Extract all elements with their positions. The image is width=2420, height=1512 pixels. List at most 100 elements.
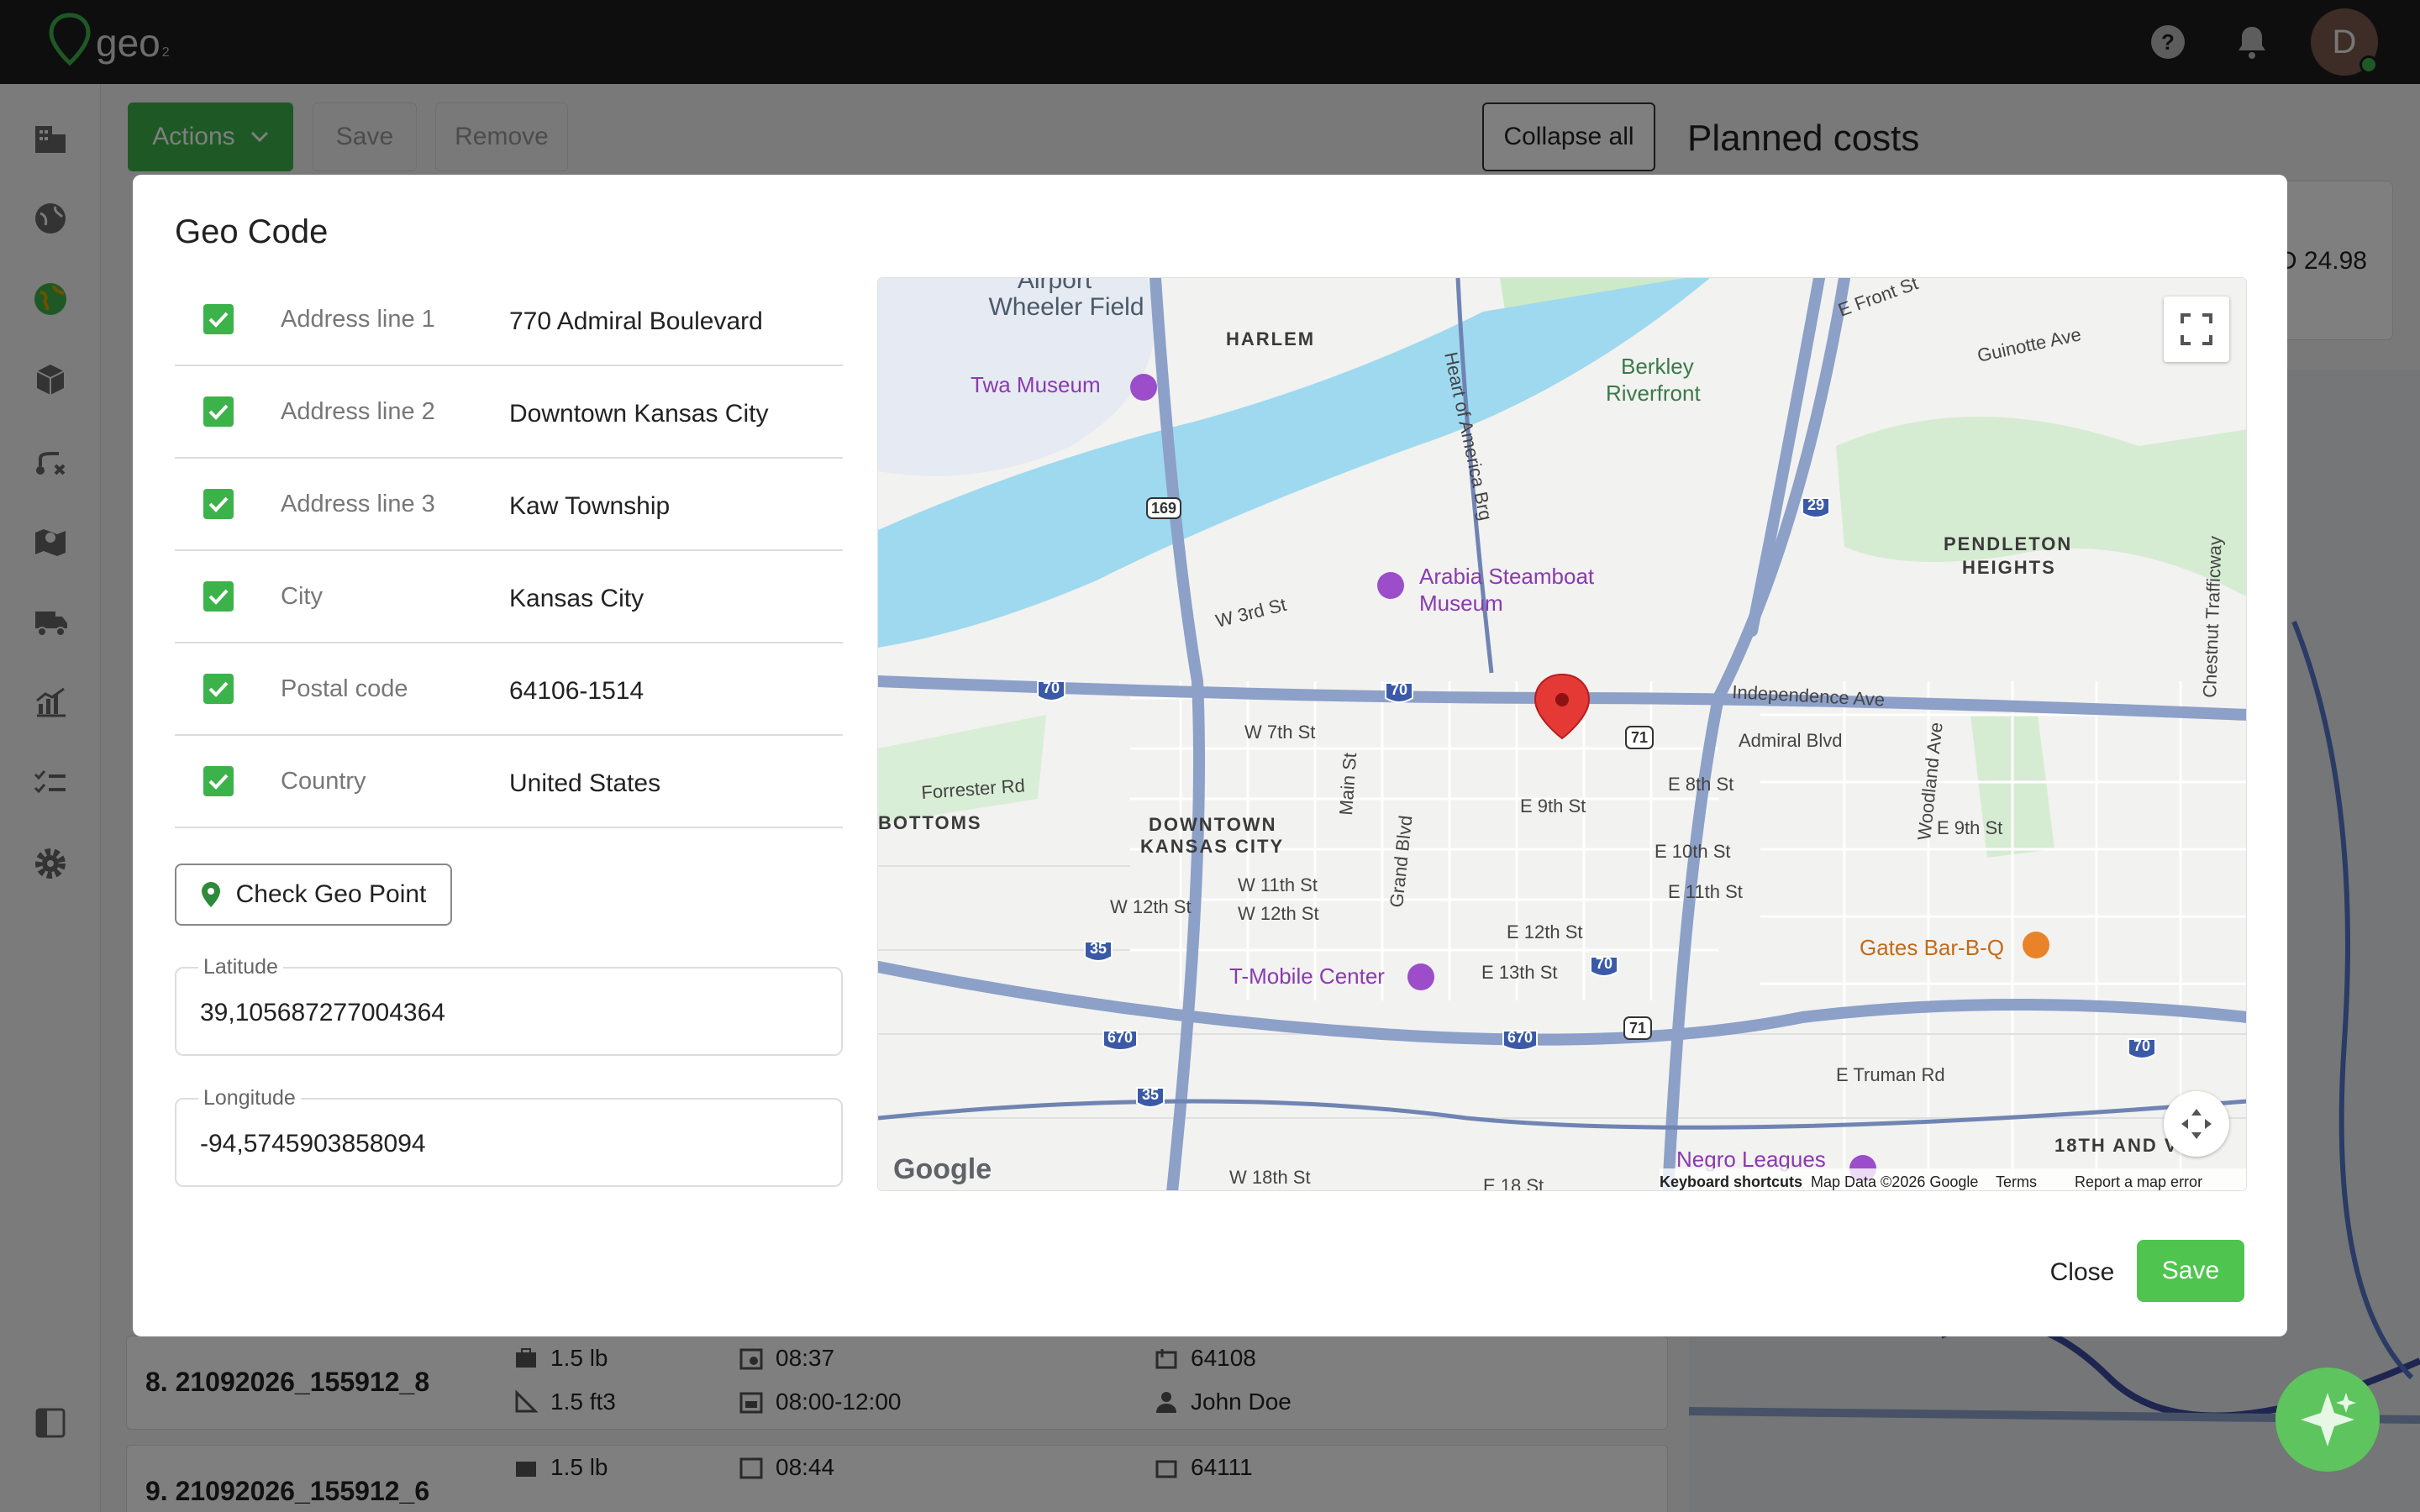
map-data-attribution: Map Data ©2026 Google bbox=[1811, 1173, 1978, 1190]
map-label-e-8th-st: E 8th St bbox=[1668, 774, 1733, 795]
i670-shield-text: 670 bbox=[1507, 1029, 1533, 1046]
map-label-w-11th-st: W 11th St bbox=[1238, 874, 1318, 895]
longitude-field[interactable]: Longitude -94,5745903858094 bbox=[175, 1086, 843, 1187]
map-label-t-mobile-center: T-Mobile Center bbox=[1229, 963, 1385, 989]
field-label: Postal code bbox=[281, 675, 408, 702]
museum-poi-icon[interactable] bbox=[1377, 572, 1404, 599]
address-line-3-checkbox[interactable] bbox=[203, 489, 234, 519]
field-value: Downtown Kansas City bbox=[509, 400, 769, 428]
latitude-label: Latitude bbox=[198, 955, 283, 979]
map-label-negro-leagues: Negro Leagues bbox=[1676, 1147, 1826, 1172]
field-value: United States bbox=[509, 769, 661, 797]
country-row: Country United States bbox=[175, 736, 843, 828]
map-label-airport: Airport bbox=[1018, 278, 1092, 294]
checkmark-icon bbox=[208, 496, 229, 512]
us71-shield-text: 71 bbox=[1631, 729, 1648, 746]
map-label-e-18th-st: E 18 St bbox=[1483, 1175, 1544, 1191]
map-label-w-7th-st: W 7th St bbox=[1244, 722, 1315, 743]
save-button[interactable]: Save bbox=[2137, 1240, 2244, 1302]
i70-shield-text: 70 bbox=[1043, 680, 1060, 696]
city-checkbox[interactable] bbox=[203, 581, 234, 612]
country-checkbox[interactable] bbox=[203, 766, 234, 796]
address-line-1-checkbox[interactable] bbox=[203, 304, 234, 334]
check-geo-point-label: Check Geo Point bbox=[235, 880, 427, 908]
map-label-e-11th-st: E 11th St bbox=[1668, 881, 1743, 902]
map-label-e-truman-rd: E Truman Rd bbox=[1836, 1064, 1945, 1085]
report-map-error-link[interactable]: Report a map error bbox=[2075, 1173, 2202, 1190]
fullscreen-icon bbox=[2181, 313, 2212, 345]
terms-link[interactable]: Terms bbox=[1996, 1173, 2037, 1190]
address-line-3-row: Address line 3 Kaw Township bbox=[175, 459, 843, 551]
map-label-main-st: Main St bbox=[1335, 752, 1360, 816]
field-label: Country bbox=[281, 768, 366, 795]
longitude-value: -94,5745903858094 bbox=[200, 1130, 426, 1158]
map-label-pendleton: PENDLETON bbox=[1944, 533, 2072, 554]
stadium-poi-icon[interactable] bbox=[1407, 963, 1434, 990]
map-label-e-13th-st: E 13th St bbox=[1481, 962, 1558, 983]
field-value: Kaw Township bbox=[509, 492, 671, 520]
field-label: City bbox=[281, 583, 323, 610]
i70-shield-text: 70 bbox=[1391, 681, 1407, 698]
check-geo-point-button[interactable]: Check Geo Point bbox=[175, 864, 452, 926]
us169-shield-text: 169 bbox=[1151, 500, 1176, 517]
address-line-2-checkbox[interactable] bbox=[203, 396, 234, 427]
field-label: Address line 2 bbox=[281, 398, 435, 425]
location-pin-icon bbox=[201, 882, 220, 907]
map-label-berkley: Berkley bbox=[1621, 354, 1694, 379]
map-label-bottoms: BOTTOMS bbox=[878, 812, 982, 833]
museum-poi-icon[interactable] bbox=[1130, 374, 1157, 401]
map-label-twa-museum: Twa Museum bbox=[971, 372, 1101, 397]
i29-shield-text: 29 bbox=[1807, 496, 1824, 513]
i35-shield-text: 35 bbox=[1090, 940, 1107, 957]
i70-shield-text: 70 bbox=[2133, 1037, 2150, 1054]
dialog-title: Geo Code bbox=[175, 213, 329, 250]
geo-code-dialog: Geo Code Address line 1 770 Admiral Boul… bbox=[133, 175, 2287, 1336]
field-value: Kansas City bbox=[509, 585, 644, 612]
map-label-wheeler-field: Wheeler Field bbox=[988, 293, 1144, 321]
field-label: Address line 3 bbox=[281, 491, 435, 517]
field-value: 770 Admiral Boulevard bbox=[509, 307, 763, 335]
postal-code-checkbox[interactable] bbox=[203, 674, 234, 704]
checkmark-icon bbox=[208, 681, 229, 697]
map-label-w-12th-st-east: W 12th St bbox=[1238, 903, 1319, 924]
map-label-gates-bbq: Gates Bar-B-Q bbox=[1860, 935, 2004, 960]
latitude-field[interactable]: Latitude 39,105687277004364 bbox=[175, 955, 843, 1056]
save-label: Save bbox=[2161, 1257, 2220, 1284]
map-camera-control-button[interactable] bbox=[2164, 1091, 2229, 1157]
field-value: 64106-1514 bbox=[509, 677, 644, 705]
fullscreen-button[interactable] bbox=[2164, 297, 2229, 362]
google-logo: Google bbox=[893, 1153, 992, 1185]
map-label-e-9th-st-east: E 9th St bbox=[1937, 817, 2002, 838]
map-label-museum: Museum bbox=[1419, 591, 1503, 616]
address-line-2-row: Address line 2 Downtown Kansas City bbox=[175, 366, 843, 459]
checkmark-icon bbox=[208, 589, 229, 605]
latitude-value: 39,105687277004364 bbox=[200, 999, 445, 1026]
restaurant-poi-icon[interactable] bbox=[2023, 932, 2049, 958]
map-label-e-10th-st: E 10th St bbox=[1655, 841, 1731, 862]
checkmark-icon bbox=[208, 312, 229, 328]
field-label: Address line 1 bbox=[281, 306, 435, 333]
ai-assistant-button[interactable] bbox=[2275, 1368, 2380, 1472]
city-row: City Kansas City bbox=[175, 551, 843, 643]
close-label: Close bbox=[2049, 1258, 2115, 1286]
pan-arrows-icon bbox=[2181, 1109, 2212, 1139]
map-label-e-12th-st: E 12th St bbox=[1507, 921, 1583, 942]
map-label-arabia: Arabia Steamboat bbox=[1419, 564, 1595, 589]
checkmark-icon bbox=[208, 404, 229, 420]
address-line-1-row: Address line 1 770 Admiral Boulevard bbox=[175, 274, 843, 366]
map-label-w-18th-st: W 18th St bbox=[1229, 1167, 1311, 1188]
map-label-admiral-blvd: Admiral Blvd bbox=[1739, 730, 1842, 751]
sparkles-icon bbox=[2301, 1393, 2356, 1446]
map-label-heights: HEIGHTS bbox=[1962, 557, 2056, 578]
map-label-riverfront: Riverfront bbox=[1606, 381, 1701, 406]
google-map[interactable]: 70 70 169 29 71 35 670 70 71 670 70 35 A… bbox=[877, 277, 2247, 1191]
close-button[interactable]: Close bbox=[2015, 1242, 2149, 1304]
postal-code-row: Postal code 64106-1514 bbox=[175, 643, 843, 736]
map-label-harlem: HARLEM bbox=[1226, 328, 1315, 349]
longitude-label: Longitude bbox=[198, 1086, 301, 1110]
keyboard-shortcuts-link[interactable]: Keyboard shortcuts bbox=[1660, 1173, 1802, 1190]
map-label-w-12th-st: W 12th St bbox=[1110, 896, 1192, 917]
checkmark-icon bbox=[208, 774, 229, 790]
map-label-e-9th-st: E 9th St bbox=[1520, 795, 1586, 816]
i670-shield-text: 670 bbox=[1107, 1029, 1133, 1046]
